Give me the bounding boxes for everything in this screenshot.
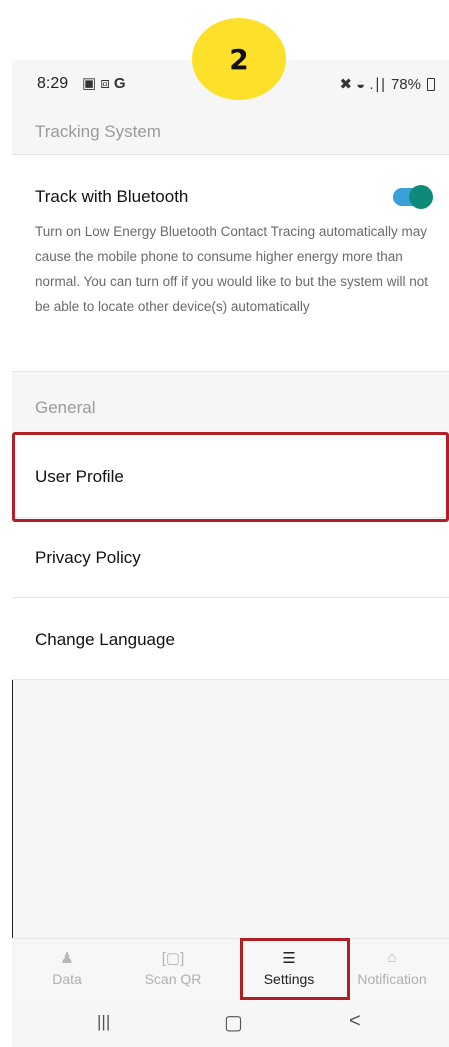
system-nav-bar: ||| ▢ < <box>12 1000 449 1047</box>
status-right-icons: ✖ ◒ .∣| 78% <box>339 75 435 93</box>
home-button[interactable]: ▢ <box>224 1010 243 1035</box>
scan-qr-icon: [▢] <box>161 950 185 967</box>
bluetooth-setting-panel: Track with Bluetooth Turn on Low Energy … <box>12 154 449 372</box>
bottom-tab-bar: ♟ Data [▢] Scan QR ☰ Settings ⌂ Notifica… <box>12 938 449 1000</box>
tab-notification[interactable]: ⌂ Notification <box>342 939 442 1001</box>
settings-tab-highlight <box>240 938 350 1000</box>
battery-icon <box>427 77 435 91</box>
recent-apps-button[interactable]: ||| <box>97 1012 110 1032</box>
tab-scan-qr-label: Scan QR <box>144 971 202 987</box>
gallery-location-icon: ▣ ⧈ <box>82 75 110 92</box>
user-profile-highlight <box>12 432 449 522</box>
bluetooth-description: Turn on Low Energy Bluetooth Contact Tra… <box>35 224 428 314</box>
tab-scan-qr[interactable]: [▢] Scan QR <box>123 939 223 1001</box>
step-badge: 2 <box>192 18 286 100</box>
person-icon: ♟ <box>60 950 74 967</box>
section-header-tracking: Tracking System <box>12 110 449 154</box>
menu-item-privacy-policy[interactable]: Privacy Policy <box>12 518 449 598</box>
bell-icon: ⌂ <box>387 949 397 966</box>
change-language-label: Change Language <box>35 630 175 649</box>
status-time: 8:29 <box>37 75 69 92</box>
back-button[interactable]: < <box>349 1010 361 1033</box>
tab-notification-label: Notification <box>357 971 427 987</box>
tab-data[interactable]: ♟ Data <box>17 939 117 1001</box>
tab-data-label: Data <box>52 971 82 987</box>
battery-level: 78% <box>390 75 421 93</box>
menu-item-change-language[interactable]: Change Language <box>12 598 449 680</box>
notification-icons: ▣ ⧈ G <box>82 74 126 92</box>
bluetooth-title: Track with Bluetooth <box>35 187 189 206</box>
bluetooth-toggle[interactable] <box>393 185 433 209</box>
signal-wifi-icon: ✖ ◒ .∣| <box>339 76 385 93</box>
google-icon: G <box>113 75 126 92</box>
privacy-policy-label: Privacy Policy <box>35 548 141 567</box>
toggle-knob <box>409 185 433 209</box>
screenshot-page: 2 8:29 ▣ ⧈ G ✖ ◒ .∣| 78% Tracking System … <box>0 0 449 1047</box>
section-header-general: General <box>12 372 449 434</box>
